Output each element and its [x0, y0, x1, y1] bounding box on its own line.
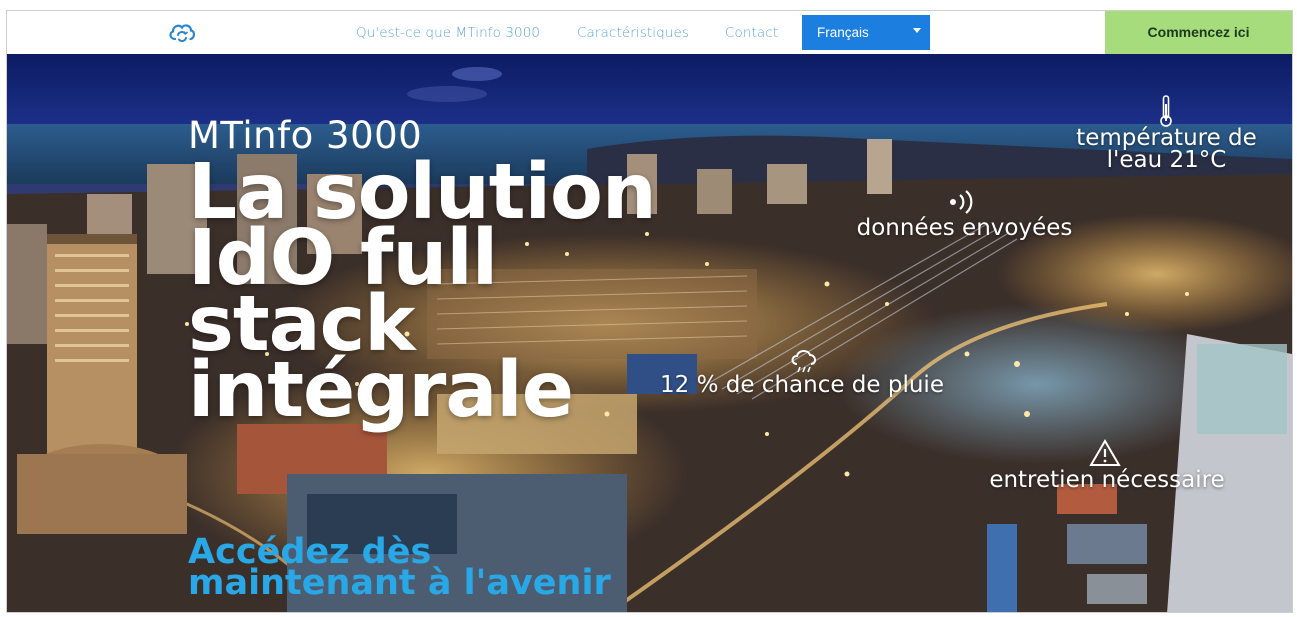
get-started-button[interactable]: Commencez ici: [1105, 11, 1292, 54]
nav-link-contact[interactable]: Contact: [725, 25, 778, 41]
overlay-water-temperature: température de l'eau 21°C: [1076, 125, 1257, 173]
top-navbar: Qu'est-ce que MTinfo 3000 Caractéristiqu…: [7, 11, 1292, 55]
chevron-down-icon: [913, 28, 921, 33]
overlay-rain-chance: 12 % de chance de pluie: [660, 372, 944, 398]
nav-link-features[interactable]: Caractéristiques: [577, 25, 689, 41]
browser-viewport: Qu'est-ce que MTinfo 3000 Caractéristiqu…: [6, 10, 1293, 613]
language-select-value: Français: [817, 25, 869, 40]
overlay-maintenance: entretien nécessaire: [989, 467, 1225, 493]
hero-section: MTinfo 3000 La solution IdO full stack i…: [7, 54, 1292, 612]
language-select[interactable]: Français: [802, 15, 930, 50]
cloud-sync-icon[interactable]: [167, 20, 197, 44]
warning-icon: [1089, 439, 1121, 466]
signal-icon: [950, 190, 973, 214]
rain-cloud-icon: [791, 350, 816, 373]
thermometer-icon: [1160, 95, 1172, 127]
overlay-data-sent: données envoyées: [856, 215, 1073, 241]
hero-tagline: Accédez dès maintenant à l'avenir: [188, 532, 611, 603]
hero-title: La solution IdO full stack intégrale: [188, 148, 657, 435]
nav-link-about[interactable]: Qu'est-ce que MTinfo 3000: [356, 25, 540, 41]
